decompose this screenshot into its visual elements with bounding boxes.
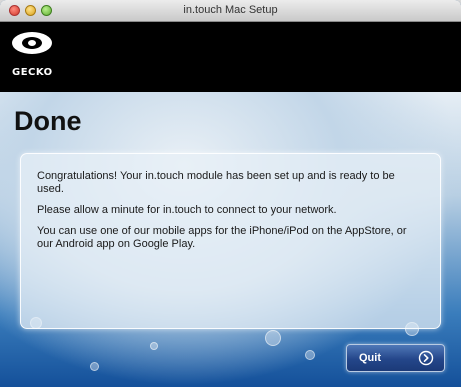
- arrow-right-circle-icon: [418, 350, 434, 366]
- window-title: in.touch Mac Setup: [183, 4, 278, 16]
- message-congratulations: Congratulations! Your in.touch module ha…: [37, 170, 395, 195]
- setup-window: in.touch Mac Setup GECKO Done Congratula…: [0, 0, 461, 387]
- title-bar[interactable]: in.touch Mac Setup: [0, 0, 461, 22]
- brand-name: GECKO: [12, 67, 53, 78]
- message-mobile-apps: You can use one of our mobile apps for t…: [37, 225, 407, 250]
- bubble-decoration: [265, 330, 281, 346]
- brand-header: [0, 22, 461, 92]
- message-wait: Please allow a minute for in.touch to co…: [37, 204, 337, 216]
- quit-button-label: Quit: [359, 352, 381, 364]
- gecko-logo-icon: [12, 32, 52, 54]
- page-title: Done: [14, 106, 82, 136]
- bubble-decoration: [90, 362, 99, 371]
- quit-button[interactable]: Quit: [346, 344, 445, 372]
- bubble-decoration: [305, 350, 315, 360]
- message-panel: Congratulations! Your in.touch module ha…: [20, 153, 441, 329]
- bubble-decoration: [150, 342, 158, 350]
